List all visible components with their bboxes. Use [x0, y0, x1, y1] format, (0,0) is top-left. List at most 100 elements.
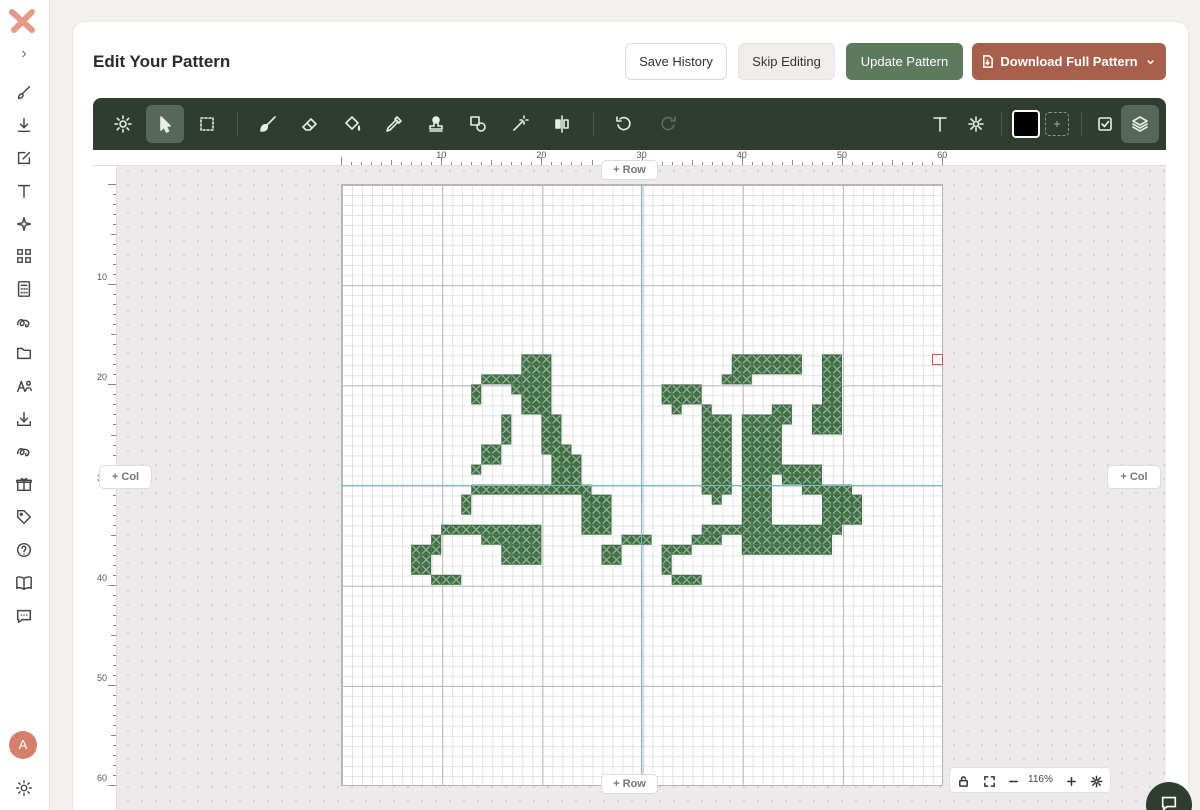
sparkle-icon[interactable]: [13, 213, 35, 235]
eyedropper-tool-icon[interactable]: [375, 105, 413, 143]
update-pattern-button[interactable]: Update Pattern: [846, 43, 963, 80]
text-tool-icon[interactable]: [921, 105, 959, 143]
stitch-cell: [771, 444, 782, 455]
book-icon[interactable]: [13, 572, 35, 594]
skip-editing-button[interactable]: Skip Editing: [738, 43, 835, 80]
download-icon[interactable]: [13, 114, 35, 136]
stitch-cell: [831, 374, 842, 385]
ruler-tick: [113, 745, 116, 747]
folder-icon[interactable]: [13, 342, 35, 364]
stitch-cell: [661, 394, 672, 405]
color-swatch[interactable]: [1012, 110, 1040, 138]
checkbox-tool-icon[interactable]: [1086, 105, 1124, 143]
ruler-tick: [113, 654, 116, 656]
add-col-right-button[interactable]: + Col: [1107, 465, 1161, 489]
stitch-cell: [711, 424, 722, 435]
download-label: Download Full Pattern: [1000, 54, 1138, 69]
download-alt-icon[interactable]: [13, 408, 35, 430]
stitch-cell: [411, 554, 422, 565]
ruler-tick: [113, 604, 116, 606]
gift-icon[interactable]: [13, 473, 35, 495]
stitch-cell: [831, 364, 842, 375]
stitch-cell: [831, 424, 842, 435]
stitch-cell: [771, 434, 782, 445]
save-history-button[interactable]: Save History: [625, 43, 727, 80]
users-icon[interactable]: [13, 375, 35, 397]
avatar[interactable]: A: [9, 731, 37, 759]
ruler-tick: [113, 674, 116, 676]
brush-tool-icon[interactable]: [249, 105, 287, 143]
stitch-cell: [801, 464, 812, 475]
sparkle-tool-icon[interactable]: [957, 105, 995, 143]
lock-icon[interactable]: [954, 772, 972, 790]
expand-sidebar-icon[interactable]: ›: [14, 44, 34, 64]
stitch-cell: [821, 484, 832, 495]
sparkle-icon[interactable]: [1087, 772, 1105, 790]
shapes-tool-icon[interactable]: [459, 105, 497, 143]
thread-icon[interactable]: [13, 311, 35, 333]
stitch-cell: [661, 564, 672, 575]
stitch-cell: [761, 544, 772, 555]
ruler-tick: [111, 234, 116, 236]
add-color-button[interactable]: +: [1045, 112, 1069, 136]
stitch-cell: [681, 574, 692, 585]
zoom-in-icon[interactable]: [1062, 772, 1080, 790]
brush-icon[interactable]: [13, 82, 35, 104]
stitch-cell: [761, 354, 772, 365]
stitch-cell: [671, 394, 682, 405]
download-full-pattern-button[interactable]: Download Full Pattern: [972, 43, 1166, 80]
add-row-bottom-button[interactable]: + Row: [601, 774, 658, 794]
stitch-cell: [761, 464, 772, 475]
stitch-cell: [741, 534, 752, 545]
mirror-tool-icon[interactable]: [543, 105, 581, 143]
logo-icon[interactable]: [8, 8, 38, 34]
stitch-cell: [421, 564, 432, 575]
stitch-cell: [521, 534, 532, 545]
qr-icon[interactable]: [13, 245, 35, 267]
toolbar-divider: [1001, 112, 1002, 136]
add-row-top-button[interactable]: + Row: [601, 160, 658, 180]
stitch-cell: [821, 534, 832, 545]
fill-tool-icon[interactable]: [333, 105, 371, 143]
stitch-cell: [761, 424, 772, 435]
stamp-tool-icon[interactable]: [417, 105, 455, 143]
text-icon[interactable]: [13, 180, 35, 202]
stitch-cell: [541, 384, 552, 395]
select-tool-icon[interactable]: [146, 105, 184, 143]
tag-icon[interactable]: [13, 506, 35, 528]
stitch-cell: [801, 524, 812, 535]
ruler-tick: [113, 765, 116, 767]
eraser-tool-icon[interactable]: [291, 105, 329, 143]
zoom-out-icon[interactable]: [1004, 772, 1022, 790]
ruler-tick: [113, 544, 116, 546]
stitch-cell: [831, 494, 842, 505]
stitch-cell: [541, 394, 552, 405]
chat-icon[interactable]: [13, 605, 35, 627]
add-col-left-button[interactable]: + Col: [99, 465, 152, 489]
fit-screen-icon[interactable]: [980, 772, 998, 790]
settings-tool-icon[interactable]: [104, 105, 142, 143]
stitch-cell: [701, 434, 712, 445]
redo-icon[interactable]: [649, 105, 687, 143]
marquee-tool-icon[interactable]: [188, 105, 226, 143]
stitch-cell: [561, 464, 572, 475]
layers-icon[interactable]: [1121, 105, 1159, 143]
ruler-tick: [113, 695, 116, 697]
stitch-cell: [691, 384, 702, 395]
ruler-tick: [113, 755, 116, 757]
stitch-cell: [811, 524, 822, 535]
settings-icon[interactable]: [13, 777, 35, 799]
edit-icon[interactable]: [13, 147, 35, 169]
stitch-cell: [771, 544, 782, 555]
thread-alt-icon[interactable]: [13, 440, 35, 462]
selection-marker[interactable]: [932, 354, 943, 365]
magic-wand-tool-icon[interactable]: [501, 105, 539, 143]
stitch-cell: [591, 524, 602, 535]
calculator-icon[interactable]: [13, 278, 35, 300]
center-guide-horizontal: [341, 485, 943, 486]
ruler-tick: [701, 162, 703, 165]
ruler-tick: [113, 194, 116, 196]
help-icon[interactable]: [13, 539, 35, 561]
undo-icon[interactable]: [605, 105, 643, 143]
file-icon: [983, 55, 994, 68]
